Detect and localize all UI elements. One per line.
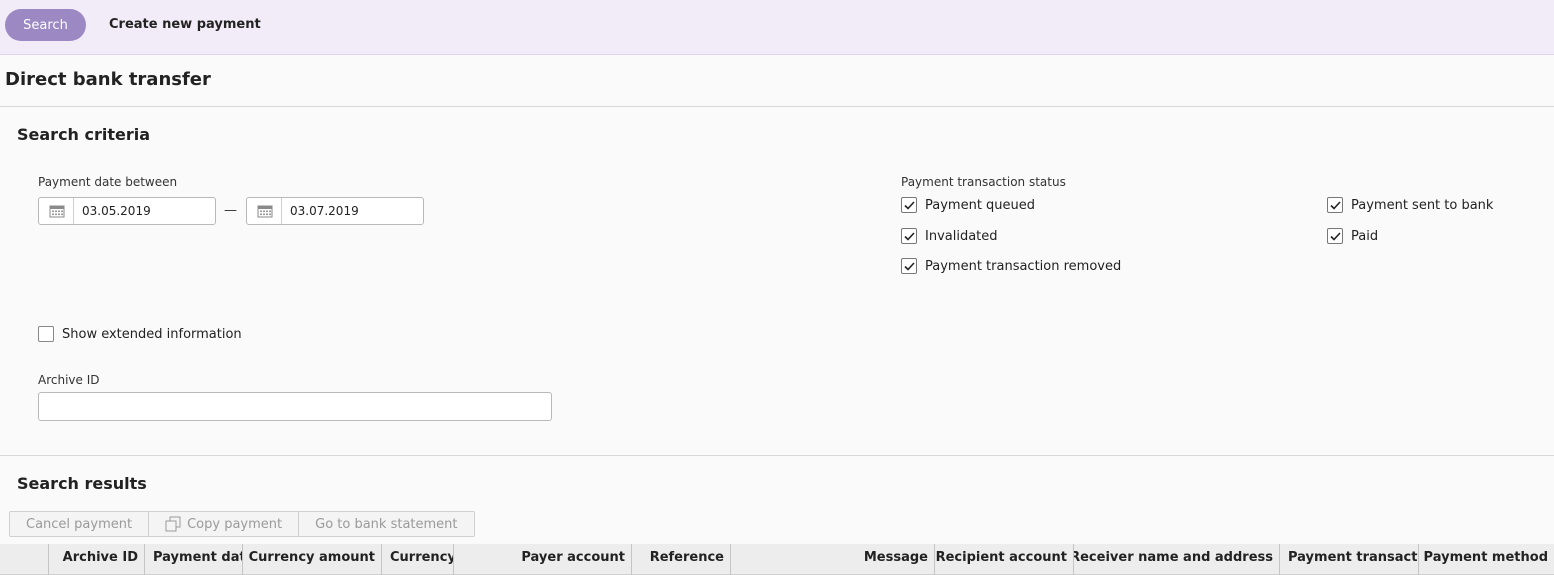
archive-id-label: Archive ID <box>38 373 100 387</box>
top-bar: Search Create new payment <box>0 0 1554 55</box>
checkbox-checked-icon[interactable] <box>901 228 917 244</box>
cancel-payment-button[interactable]: Cancel payment <box>10 512 150 536</box>
date-range-separator: — <box>224 203 237 218</box>
column-header-receiver-name[interactable]: Receiver name and address <box>1074 544 1280 575</box>
column-header-payment-date[interactable]: Payment dat <box>145 544 243 575</box>
show-extended-checkbox[interactable]: Show extended information <box>38 326 242 342</box>
divider <box>0 455 1554 456</box>
status-label: Payment transaction status <box>901 175 1066 189</box>
column-header-archive-id[interactable]: Archive ID <box>49 544 145 575</box>
column-header-message[interactable]: Message <box>731 544 935 575</box>
page-title: Direct bank transfer <box>5 69 211 90</box>
status-checkbox-paid[interactable]: Paid <box>1327 228 1378 244</box>
column-header-currency[interactable]: Currency <box>382 544 454 575</box>
status-label-text: Invalidated <box>925 228 998 244</box>
copy-payment-button[interactable]: Copy payment <box>149 512 300 536</box>
column-header-recipient-account[interactable]: Recipient account <box>935 544 1074 575</box>
column-header-payer-account[interactable]: Payer account <box>454 544 632 575</box>
results-grid-header: Archive ID Payment dat Currency amount C… <box>0 544 1554 575</box>
divider <box>0 106 1554 107</box>
calendar-icon[interactable] <box>247 198 282 224</box>
status-checkbox-invalidated[interactable]: Invalidated <box>901 228 998 244</box>
column-header-reference[interactable]: Reference <box>632 544 731 575</box>
status-checkbox-payment-queued[interactable]: Payment queued <box>901 197 1035 213</box>
status-label-text: Payment queued <box>925 197 1036 213</box>
search-criteria-title: Search criteria <box>17 125 151 144</box>
create-new-payment-link[interactable]: Create new payment <box>109 17 261 32</box>
date-to-value: 03.07.2019 <box>290 204 359 218</box>
date-from-value: 03.05.2019 <box>82 204 151 218</box>
status-checkbox-sent-to-bank[interactable]: Payment sent to bank <box>1327 197 1493 213</box>
column-header-payment-transaction[interactable]: Payment transacti <box>1280 544 1419 575</box>
search-results-title: Search results <box>17 474 147 493</box>
status-label-text: Payment transaction removed <box>925 258 1122 274</box>
checkbox-checked-icon[interactable] <box>1327 197 1343 213</box>
status-checkbox-transaction-removed[interactable]: Payment transaction removed <box>901 258 1121 274</box>
checkbox-checked-icon[interactable] <box>1327 228 1343 244</box>
status-label-text: Payment sent to bank <box>1351 197 1494 213</box>
column-header-payment-method[interactable]: Payment method <box>1419 544 1554 575</box>
payment-date-label: Payment date between <box>38 175 178 189</box>
archive-id-input[interactable] <box>38 392 552 421</box>
go-to-bank-statement-button[interactable]: Go to bank statement <box>299 512 474 536</box>
calendar-icon[interactable] <box>39 198 74 224</box>
search-button[interactable]: Search <box>5 9 86 41</box>
checkbox-checked-icon[interactable] <box>901 258 917 274</box>
copy-icon <box>165 516 181 532</box>
date-from-input[interactable]: 03.05.2019 <box>38 197 216 225</box>
show-extended-label: Show extended information <box>62 326 242 342</box>
date-to-input[interactable]: 03.07.2019 <box>246 197 424 225</box>
column-header-currency-amount[interactable]: Currency amount <box>243 544 382 575</box>
select-column-header[interactable] <box>0 544 49 575</box>
checkbox-unchecked-icon[interactable] <box>38 326 54 342</box>
checkbox-checked-icon[interactable] <box>901 197 917 213</box>
results-toolbar: Cancel payment Copy payment Go to bank s… <box>9 511 475 537</box>
status-label-text: Paid <box>1351 228 1379 244</box>
